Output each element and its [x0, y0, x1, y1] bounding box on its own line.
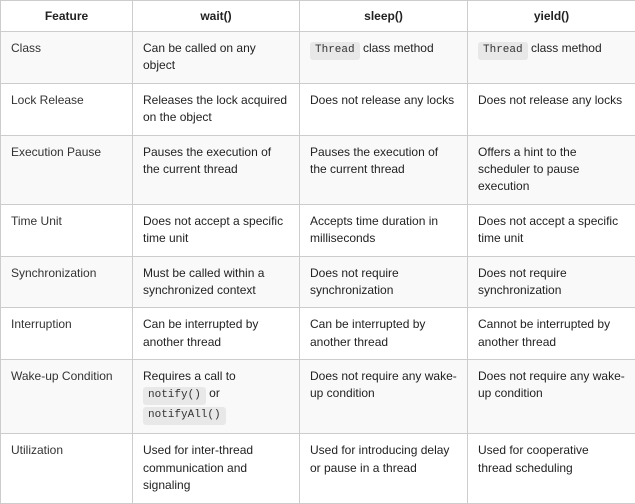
notify-code: notify(): [143, 387, 206, 405]
wait-cell-time: Does not accept a specific time unit: [133, 204, 300, 256]
yield-class-text: class method: [528, 41, 602, 55]
sleep-cell-lock: Does not release any locks: [300, 83, 468, 135]
sleep-cell-wakeup: Does not require any wake-up condition: [300, 360, 468, 434]
table-row: Class Can be called on any object Thread…: [1, 32, 635, 84]
feature-label: Class: [1, 32, 133, 84]
feature-label: Wake-up Condition: [1, 360, 133, 434]
wait-cell-sync: Must be called within a synchronized con…: [133, 256, 300, 308]
table-row: Wake-up Condition Requires a call to not…: [1, 360, 635, 434]
sleep-class-text: class method: [360, 41, 434, 55]
table-row: Lock Release Releases the lock acquired …: [1, 83, 635, 135]
yield-cell-lock: Does not release any locks: [468, 83, 635, 135]
thread-code-sleep: Thread: [310, 42, 360, 60]
thread-code-yield: Thread: [478, 42, 528, 60]
sleep-cell-util: Used for introducing delay or pause in a…: [300, 434, 468, 503]
feature-label: Utilization: [1, 434, 133, 503]
table-row: Utilization Used for inter-thread commun…: [1, 434, 635, 503]
yield-cell-util: Used for cooperative thread scheduling: [468, 434, 635, 503]
feature-label: Time Unit: [1, 204, 133, 256]
notifyall-code: notifyAll(): [143, 407, 226, 425]
wait-cell-lock: Releases the lock acquired on the object: [133, 83, 300, 135]
table-row: Synchronization Must be called within a …: [1, 256, 635, 308]
sleep-cell-class: Thread class method: [300, 32, 468, 84]
header-wait: wait(): [133, 1, 300, 32]
header-feature: Feature: [1, 1, 133, 32]
wakeup-pre: Requires a call to: [143, 369, 236, 383]
sleep-cell-sync: Does not require synchronization: [300, 256, 468, 308]
yield-cell-class: Thread class method: [468, 32, 635, 84]
table-row: Interruption Can be interrupted by anoth…: [1, 308, 635, 360]
header-sleep: sleep(): [300, 1, 468, 32]
header-yield: yield(): [468, 1, 635, 32]
feature-label: Interruption: [1, 308, 133, 360]
table-row: Execution Pause Pauses the execution of …: [1, 135, 635, 204]
wait-cell-interrupt: Can be interrupted by another thread: [133, 308, 300, 360]
yield-cell-sync: Does not require synchronization: [468, 256, 635, 308]
table-row: Time Unit Does not accept a specific tim…: [1, 204, 635, 256]
wait-cell-class: Can be called on any object: [133, 32, 300, 84]
sleep-cell-interrupt: Can be interrupted by another thread: [300, 308, 468, 360]
wait-cell-wakeup: Requires a call to notify() or notifyAll…: [133, 360, 300, 434]
sleep-cell-time: Accepts time duration in milliseconds: [300, 204, 468, 256]
wakeup-mid: or: [206, 386, 220, 400]
yield-cell-interrupt: Cannot be interrupted by another thread: [468, 308, 635, 360]
feature-label: Synchronization: [1, 256, 133, 308]
yield-cell-time: Does not accept a specific time unit: [468, 204, 635, 256]
wait-cell-pause: Pauses the execution of the current thre…: [133, 135, 300, 204]
wait-cell-util: Used for inter-thread communication and …: [133, 434, 300, 503]
yield-cell-wakeup: Does not require any wake-up condition: [468, 360, 635, 434]
yield-cell-pause: Offers a hint to the scheduler to pause …: [468, 135, 635, 204]
feature-label: Execution Pause: [1, 135, 133, 204]
feature-label: Lock Release: [1, 83, 133, 135]
sleep-cell-pause: Pauses the execution of the current thre…: [300, 135, 468, 204]
